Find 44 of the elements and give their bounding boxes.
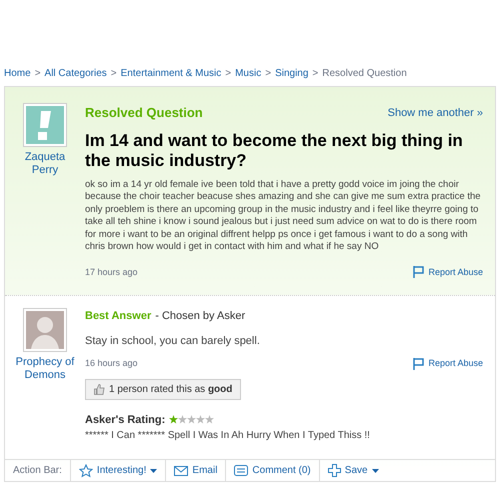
show-another-link[interactable]: Show me another » xyxy=(388,104,483,121)
action-button[interactable]: Interesting! xyxy=(70,460,166,481)
rating-button[interactable]: 1 person rated this as good xyxy=(85,378,242,400)
filled-star-icon xyxy=(169,415,178,424)
breadcrumb-link[interactable]: Entertainment & Music xyxy=(120,66,222,82)
envelope-icon xyxy=(174,466,188,476)
breadcrumb-current: Resolved Question xyxy=(322,67,407,81)
separator: > xyxy=(225,67,232,81)
flag-icon xyxy=(413,266,424,278)
report-abuse-link[interactable]: Report Abuse xyxy=(428,357,483,370)
star-icon xyxy=(78,464,93,478)
report-abuse-link[interactable]: Report Abuse xyxy=(428,266,483,279)
flag-icon xyxy=(413,358,424,370)
question-title: Im 14 and want to become the next big thing in the music industry? xyxy=(85,130,464,170)
action-button[interactable]: Email xyxy=(165,460,226,481)
avatar-icon xyxy=(23,103,67,147)
plus-icon xyxy=(328,464,341,477)
avatar-icon xyxy=(23,308,67,352)
separator: > xyxy=(34,67,41,81)
separator: > xyxy=(265,67,272,81)
rating-label: Asker's Rating: xyxy=(85,412,166,428)
separator: > xyxy=(110,67,117,81)
caret-icon xyxy=(150,468,158,472)
thumbs-up-icon xyxy=(94,384,105,394)
action-button[interactable]: Save xyxy=(318,460,387,481)
question-body: ok so im a 14 yr old female ive been told that i have a pretty godd voice im joing the choir because the choir teacher beacuse shes amazing and she can give me sum extra practice the only proeblem is there an upcoming group in the music industry and i feel like theyrre going to take all teh shine i know i sound jealous but i just need sum advice on wat to do is there room for more i want to be an original diffrent helpp ps once i get famous i want to do a song with chris brown how would i get in contact with him and what if he say NO xyxy=(85,178,482,254)
comment-icon xyxy=(234,464,248,476)
rating-comment: ****** I Can ******* Spell I Was In Ah Hurry When I Typed Thiss !! xyxy=(85,429,371,443)
action-bar-label: Action Bar: xyxy=(12,464,63,478)
answer-body: Stay in school, you can barely spell. xyxy=(85,334,261,348)
answerer-name[interactable]: Prophecy of Demons xyxy=(10,356,80,382)
chosen-by-text: - Chosen by Asker xyxy=(155,309,246,324)
caret-icon xyxy=(372,468,379,472)
action-button[interactable]: Comment (0) xyxy=(225,460,319,481)
timestamp: 16 hours ago xyxy=(85,357,138,370)
breadcrumb-link[interactable]: Singing xyxy=(275,66,308,82)
status-heading: Resolved Question xyxy=(85,104,203,122)
breadcrumb-link[interactable]: All Categories xyxy=(44,66,107,82)
breadcrumb-link[interactable]: Home xyxy=(4,66,31,82)
breadcrumb-link[interactable]: Music xyxy=(235,66,262,82)
separator: > xyxy=(312,67,318,81)
timestamp: 17 hours ago xyxy=(85,266,138,279)
asker-name[interactable]: Zaqueta Perry xyxy=(20,151,70,177)
best-answer-heading: Best Answer xyxy=(85,309,152,324)
